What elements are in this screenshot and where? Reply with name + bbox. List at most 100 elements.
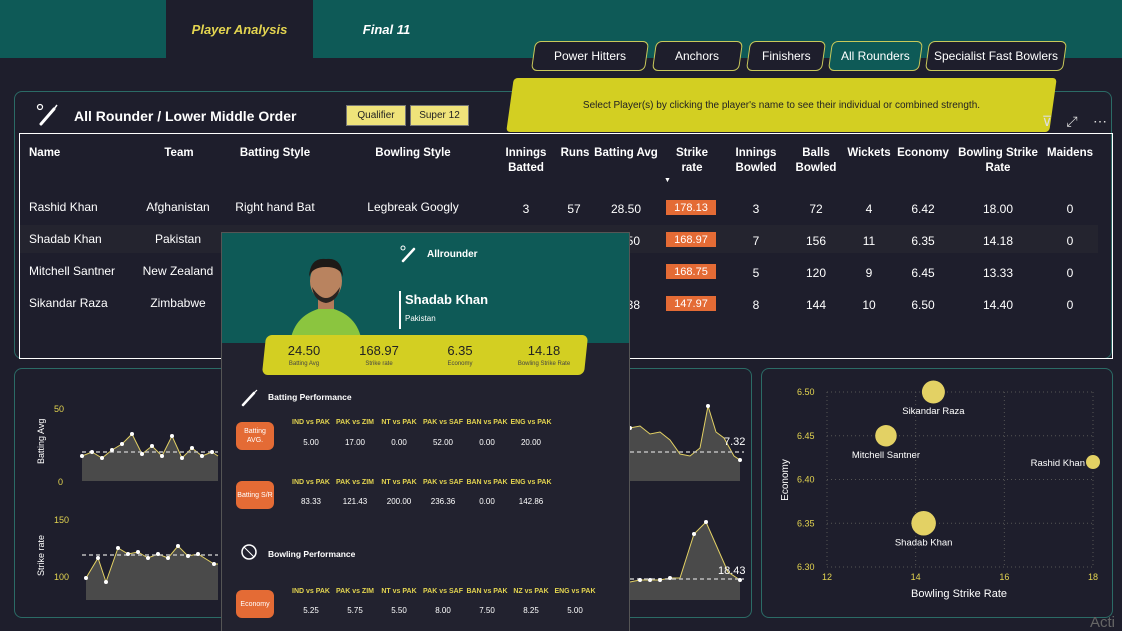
bottom-chart-ylabel: Strike rate [36,535,46,576]
match-value: 121.43 [342,497,368,506]
header-name[interactable]: Name [29,146,60,161]
specialist-fast-bowlers-button[interactable]: Specialist Fast Bowlers [924,41,1068,71]
selection-hint-banner: Select Player(s) by clicking the player'… [506,78,1057,132]
header-maidens[interactable]: Maidens [1044,146,1096,161]
header-strike-rate[interactable]: Strike rate [670,146,714,176]
cell-strike-rate: 168.75 [666,264,716,279]
stat-batting-avg: 24.50 [287,343,321,358]
match-value: 8.25 [523,606,539,615]
match-value: 236.36 [430,497,456,506]
cell-runs: 57 [567,202,581,216]
scatter-point[interactable] [875,425,897,447]
filter-qualifier[interactable]: Qualifier [346,105,406,126]
stat-batting-avg-label: Batting Avg [288,361,320,367]
cell-name[interactable]: Rashid Khan [29,200,98,214]
tab-final-11[interactable]: Final 11 [313,0,460,58]
all-rounders-button[interactable]: All Rounders [827,41,924,71]
scatter-x-tick: 16 [999,572,1009,582]
anchors-button[interactable]: Anchors [651,41,744,71]
top-chart-ylabel: Batting Avg [36,419,46,464]
stat-bowling-sr-label: Bowling Strike Rate [517,361,571,367]
scatter-point[interactable] [911,511,936,536]
match-header: IND vs PAK [292,479,330,486]
sort-desc-icon[interactable]: ▼ [664,173,671,188]
match-header: ENG vs PAK [510,479,552,486]
filter-icon[interactable]: ⊽ [1037,111,1057,131]
match-header: NT vs PAK [381,479,417,486]
header-batting-avg[interactable]: Batting Avg [592,146,660,161]
match-header: PAK vs ZIM [336,419,374,426]
header-wickets[interactable]: Wickets [846,146,892,161]
cell-name[interactable]: Sikandar Raza [29,296,108,310]
match-value: 5.75 [347,606,363,615]
cell-innings-bowled: 3 [752,202,760,216]
batting-performance-title: Batting Performance [268,392,352,402]
batting-avg-badge: Batting AVG. [236,422,274,450]
header-bowling-style[interactable]: Bowling Style [366,146,460,161]
header-bowling-strike-rate[interactable]: Bowling Strike Rate [956,146,1040,176]
match-header: BAN vs PAK [466,419,508,426]
cricket-bat-icon [36,103,58,126]
power-hitters-button[interactable]: Power Hitters [530,41,650,71]
match-value: 52.00 [432,438,454,447]
match-header: NT vs PAK [381,588,417,595]
match-value: 200.00 [386,497,412,506]
scatter-y-tick: 6.40 [797,475,815,485]
header-economy[interactable]: Economy [896,146,950,161]
header-innings-batted[interactable]: Innings Batted [500,146,552,176]
match-header: IND vs PAK [292,588,330,595]
economy-vs-strike-rate-chart: 6.30 6.35 6.40 6.45 6.50 12 14 16 18 Sikandar Ra… [780,380,1100,600]
bowling-performance-panel [230,533,624,631]
finishers-button[interactable]: Finishers [745,41,827,71]
cell-maidens: 0 [1066,298,1074,312]
scatter-point-label: Rashid Khan [1031,458,1085,469]
match-value: 83.33 [300,497,322,506]
bottom-chart-tick-top: 150 [54,515,69,525]
header-runs[interactable]: Runs [558,146,592,161]
cell-batting-avg: 28.50 [610,202,642,216]
cell-economy: 6.35 [911,234,935,248]
scatter-point[interactable] [1086,455,1100,469]
cell-strike-rate: 178.13 [666,200,716,215]
header-team[interactable]: Team [150,146,208,161]
filter-super-12[interactable]: Super 12 [410,105,469,126]
cell-team: Zimbabwe [150,296,206,310]
stat-economy-label: Economy [447,361,473,367]
cell-bowling-sr: 14.40 [982,298,1014,312]
match-value: 5.50 [391,606,407,615]
cell-wickets: 4 [865,202,873,216]
cell-innings-bowled: 8 [752,298,760,312]
card-role: Allrounder [427,249,478,260]
scatter-xlabel: Bowling Strike Rate [911,588,1007,600]
tab-player-analysis[interactable]: Player Analysis [166,0,313,58]
cell-wickets: 11 [862,234,876,248]
match-header: NZ vs PAK [513,588,549,595]
match-header: BAN vs PAK [466,479,508,486]
cricket-ball-icon [241,544,257,560]
header-balls-bowled[interactable]: Balls Bowled [794,146,838,176]
batting-sr-badge: Batting S/R [236,481,274,509]
stat-economy: 6.35 [447,343,473,358]
cell-name[interactable]: Shadab Khan [29,232,102,246]
cell-bowling-sr: 13.33 [982,266,1014,280]
cell-bowling-style: Legbreak Googly [367,200,459,214]
scatter-point[interactable] [921,380,945,404]
cell-name[interactable]: Mitchell Santner [29,264,115,278]
match-header: PAK vs ZIM [336,588,374,595]
header-innings-bowled[interactable]: Innings Bowled [730,146,782,176]
scatter-y-tick: 6.50 [797,387,815,397]
stat-strike-rate: 168.97 [359,343,399,358]
allrounder-icon [400,245,416,263]
match-value: 5.25 [303,606,319,615]
cell-balls-bowled: 120 [805,266,827,280]
header-batting-style[interactable]: Batting Style [230,146,320,161]
match-value: 0.00 [479,497,495,506]
cell-bowling-sr: 18.00 [982,202,1014,216]
focus-mode-icon[interactable]: ⤢ [1062,111,1082,131]
match-header: ENG vs PAK [554,588,596,595]
match-value: 142.86 [518,497,544,506]
bottom-chart-last-value: 18.43 [718,565,746,577]
more-options-icon[interactable]: ⋯ [1090,111,1110,131]
match-header: BAN vs PAK [466,588,508,595]
economy-badge: Economy [236,590,274,618]
